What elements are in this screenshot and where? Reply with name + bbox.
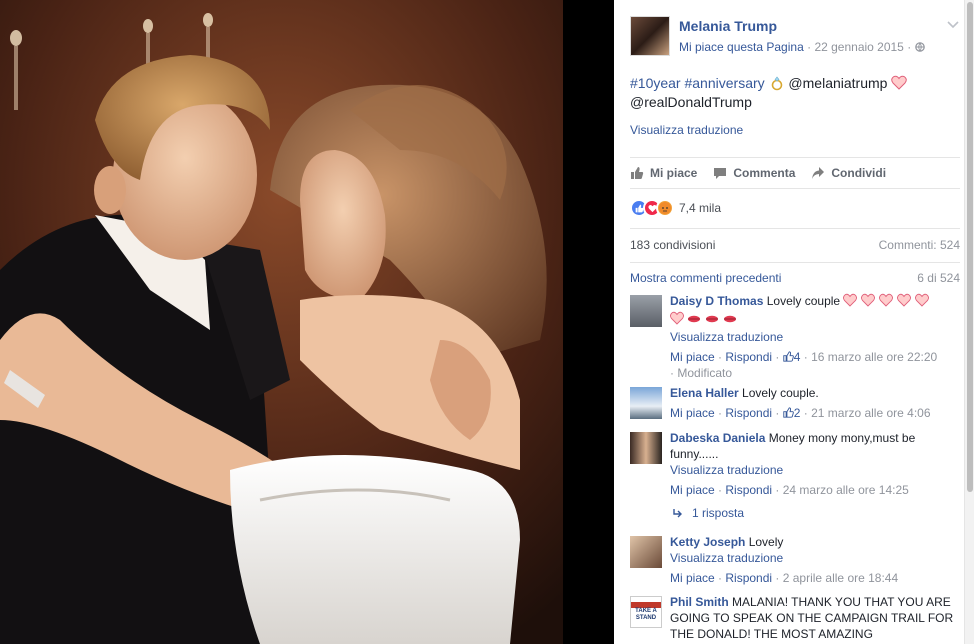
heart-emoji-icon bbox=[843, 293, 933, 311]
reactions-summary[interactable]: 7,4 mila bbox=[630, 198, 721, 218]
mention-realdonaldtrump[interactable]: @realDonaldTrump bbox=[630, 94, 752, 110]
post-meta: Mi piace questa Pagina · 22 gennaio 2015… bbox=[679, 40, 925, 54]
comment-like-link[interactable]: Mi piace bbox=[670, 483, 715, 497]
comment-button[interactable]: Commenta bbox=[713, 166, 795, 180]
photo-margin bbox=[563, 0, 614, 644]
comment-meta: Mi piace · Rispondi · 2 · 21 marzo alle … bbox=[670, 406, 931, 420]
comment-item: Ketty Joseph Lovely Visualizza traduzion… bbox=[630, 534, 960, 590]
comment-author[interactable]: Daisy D Thomas bbox=[670, 294, 763, 308]
share-arrow-icon bbox=[812, 167, 825, 179]
avatar-text: TAKE A STAND bbox=[635, 608, 657, 621]
comment-item: Elena Haller Lovely couple. Mi piace · R… bbox=[630, 385, 960, 425]
comment-text: Lovely couple. bbox=[742, 386, 819, 400]
avatar[interactable] bbox=[630, 387, 662, 419]
ring-icon bbox=[769, 75, 789, 91]
hashtag-anniversary[interactable]: #anniversary bbox=[684, 75, 764, 91]
hashtag-10year[interactable]: #10year bbox=[630, 75, 681, 91]
avatar[interactable] bbox=[630, 432, 662, 464]
share-label: Condividi bbox=[831, 166, 887, 180]
post-date[interactable]: 22 gennaio 2015 bbox=[814, 40, 903, 54]
mention-melaniatrump[interactable]: @melaniatrump bbox=[788, 75, 887, 91]
like-button[interactable]: Mi piace bbox=[630, 166, 697, 180]
comment-likes[interactable]: 4 bbox=[783, 350, 801, 364]
comment-date[interactable]: 24 marzo alle ore 14:25 bbox=[783, 483, 909, 497]
comment-author[interactable]: Ketty Joseph bbox=[670, 535, 745, 549]
share-button[interactable]: Condividi bbox=[811, 166, 886, 180]
comment-like-link[interactable]: Mi piace bbox=[670, 350, 715, 364]
angry-reaction-icon bbox=[656, 199, 674, 217]
comment-date[interactable]: 2 aprile alle ore 18:44 bbox=[783, 571, 898, 585]
post-sidebar: Melania Trump Mi piace questa Pagina · 2… bbox=[614, 0, 974, 644]
see-translation-link[interactable]: Visualizza traduzione bbox=[630, 123, 743, 137]
see-translation-link[interactable]: Visualizza traduzione bbox=[670, 462, 960, 478]
view-replies-link[interactable]: 1 risposta bbox=[672, 506, 744, 520]
comment-date[interactable]: 16 marzo alle ore 22:20 bbox=[811, 350, 937, 364]
thumbs-up-icon bbox=[783, 407, 794, 418]
show-previous-comments-link[interactable]: Mostra commenti precedenti bbox=[630, 271, 781, 285]
shares-count[interactable]: 183 condivisioni bbox=[630, 238, 715, 252]
comment-reply-link[interactable]: Rispondi bbox=[725, 483, 772, 497]
see-translation-link[interactable]: Visualizza traduzione bbox=[670, 329, 960, 345]
like-label: Mi piace bbox=[650, 166, 698, 180]
comment-page-count: 6 di 524 bbox=[917, 270, 960, 285]
comment-reply-link[interactable]: Rispondi bbox=[725, 406, 772, 420]
comment-like-link[interactable]: Mi piace bbox=[670, 406, 715, 420]
comment-label: Commenta bbox=[733, 166, 796, 180]
like-page-link[interactable]: Mi piace questa Pagina bbox=[679, 40, 804, 54]
photo-viewer bbox=[0, 0, 614, 644]
chevron-down-icon[interactable] bbox=[946, 18, 960, 32]
shares-comments-row: 183 condivisioni Commenti: 524 bbox=[630, 228, 960, 260]
see-translation-link[interactable]: Visualizza traduzione bbox=[670, 550, 960, 566]
globe-icon bbox=[914, 40, 925, 54]
reactions-count: 7,4 mila bbox=[679, 201, 722, 215]
comment-text: Lovely bbox=[748, 535, 784, 549]
reply-arrow-icon bbox=[673, 509, 682, 518]
comment-like-count: 2 bbox=[793, 406, 801, 420]
post-header: Melania Trump Mi piace questa Pagina · 2… bbox=[630, 16, 960, 58]
post-actions: Mi piace Commenta Condividi bbox=[630, 157, 960, 189]
comment-meta: Mi piace · Rispondi · 24 marzo alle ore … bbox=[670, 483, 909, 497]
comment-like-count: 4 bbox=[793, 350, 801, 364]
thumbs-up-icon bbox=[631, 167, 644, 179]
comments-count: Commenti: 524 bbox=[878, 237, 960, 252]
meta-separator: · bbox=[907, 40, 915, 54]
edited-label[interactable]: Modificato bbox=[677, 366, 732, 380]
scrollbar[interactable] bbox=[964, 0, 974, 644]
page-avatar[interactable] bbox=[630, 16, 670, 56]
comment-likes[interactable]: 2 bbox=[783, 406, 801, 420]
comment-author[interactable]: Elena Haller bbox=[670, 386, 739, 400]
comment-reply-link[interactable]: Rispondi bbox=[725, 350, 772, 364]
comment-date[interactable]: 21 marzo alle ore 4:06 bbox=[811, 406, 930, 420]
thumbs-up-icon bbox=[783, 351, 794, 362]
comment-icon bbox=[714, 168, 727, 179]
avatar[interactable]: TAKE A STAND bbox=[630, 596, 662, 628]
page-name[interactable]: Melania Trump bbox=[679, 18, 777, 34]
comment-item: TAKE A STAND Phil Smith MALANIA! THANK Y… bbox=[630, 594, 960, 644]
comment-text: Lovely couple bbox=[766, 294, 841, 308]
comment-author[interactable]: Phil Smith bbox=[670, 595, 729, 609]
comment-reply-link[interactable]: Rispondi bbox=[725, 571, 772, 585]
previous-comments-row: Mostra commenti precedenti 6 di 524 bbox=[630, 262, 960, 292]
replies-count: 1 risposta bbox=[692, 506, 745, 520]
heart-icon bbox=[891, 75, 908, 91]
wedding-photo[interactable] bbox=[0, 0, 563, 644]
avatar[interactable] bbox=[630, 536, 662, 568]
comment-meta: Mi piace · Rispondi · 2 aprile alle ore … bbox=[670, 571, 899, 585]
comment-item: Daisy D Thomas Lovely couple Visualizza … bbox=[630, 293, 960, 380]
comment-meta: Mi piace · Rispondi · 4 · 16 marzo alle … bbox=[670, 350, 938, 364]
comment-author[interactable]: Dabeska Daniela bbox=[670, 431, 765, 445]
scrollbar-thumb[interactable] bbox=[967, 2, 973, 492]
avatar[interactable] bbox=[630, 295, 662, 327]
comment-like-link[interactable]: Mi piace bbox=[670, 571, 715, 585]
emoji-row-icon bbox=[670, 311, 742, 328]
post-text: #10year #anniversary @melaniatrump @real… bbox=[630, 74, 950, 112]
